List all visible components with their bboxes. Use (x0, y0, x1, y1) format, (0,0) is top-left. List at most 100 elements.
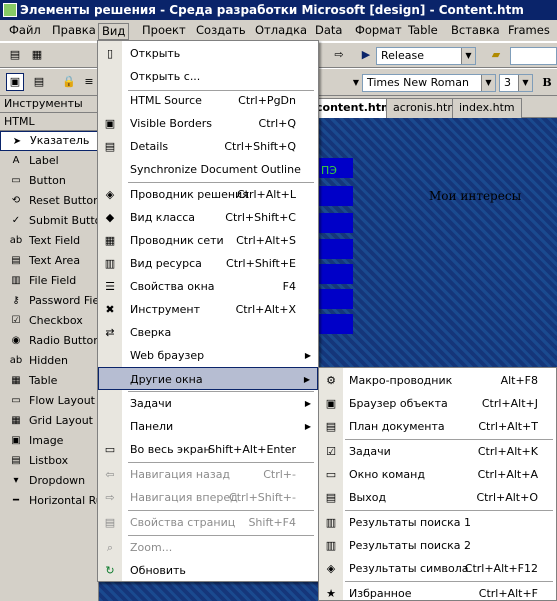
menu-item-class-view[interactable]: ◆ Вид класса Ctrl+Shift+C (98, 206, 318, 229)
design-view-icon[interactable]: ▣ (6, 73, 24, 91)
menu-item-pending-checkins[interactable]: ⇄ Сверка (98, 321, 318, 344)
borders-icon: ▣ (104, 117, 116, 130)
add-item-icon[interactable]: ▦ (28, 46, 46, 64)
navigate-icon[interactable]: ⇨ (330, 46, 348, 64)
view-menu: ▯ Открыть Открыть с... HTML Source Ctrl+Pg… (97, 40, 319, 582)
menu-item-full-screen[interactable]: ▭ Во весь экран Shift+Alt+Enter (98, 438, 318, 461)
horizontal-rule-icon: ━ (12, 495, 20, 506)
menu-item-properties-window[interactable]: ☰ Свойства окна F4 (98, 275, 318, 298)
tool-submit-button[interactable]: ✓Submit Button (0, 211, 98, 231)
menu-table[interactable]: Table (405, 23, 441, 40)
configuration-select[interactable]: Release ▼ (376, 47, 476, 65)
checkins-icon: ⇄ (105, 326, 115, 339)
tool-text-field[interactable]: ab Text Field (0, 231, 98, 251)
find-results-icon: ▥ (325, 539, 337, 552)
open-folder-icon[interactable]: ▰ (487, 46, 505, 64)
menu-item-toolbox[interactable]: ✖ Инструмент Ctrl+Alt+X (98, 298, 318, 321)
tool-checkbox[interactable]: ☑ Checkbox (0, 311, 98, 331)
tool-hidden[interactable]: ab Hidden (0, 351, 98, 371)
menu-frames[interactable]: Frames (505, 23, 553, 40)
menu-edit[interactable]: Правка (49, 23, 99, 40)
menu-item-visible-borders[interactable]: ▣ Visible Borders Ctrl+Q (98, 112, 318, 135)
menu-project[interactable]: Проект (139, 23, 189, 40)
tool-table[interactable]: ▦ Table (0, 371, 98, 391)
menu-item-other-windows[interactable]: Другие окна ▶ (98, 367, 318, 390)
submenu-item-tasks[interactable]: ☑ Задачи Ctrl+Alt+K (319, 440, 556, 463)
tool-image[interactable]: ▣ Image (0, 431, 98, 451)
properties-icon: ☰ (105, 280, 115, 293)
menu-item-html-source[interactable]: HTML Source Ctrl+PgDn (98, 89, 318, 112)
menu-item-tasks[interactable]: Задачи ▶ (98, 392, 318, 415)
menu-item-server-explorer[interactable]: ▦ Проводник сети Ctrl+Alt+S (98, 229, 318, 252)
tool-file-field[interactable]: ▥ File Field (0, 271, 98, 291)
tool-label[interactable]: A Label (0, 151, 98, 171)
menu-item-sync-outline[interactable]: Synchronize Document Outline (98, 158, 318, 181)
menu-item-details[interactable]: ▤ Details Ctrl+Shift+Q (98, 135, 318, 158)
menu-item-web-browser[interactable]: Web браузер ▶ (98, 344, 318, 367)
radio-button-icon: ◉ (11, 335, 21, 346)
submenu-item-find-results-1[interactable]: ▥ Результаты поиска 1 (319, 511, 556, 534)
text-area-icon: ▤ (11, 255, 21, 266)
menu-bar: Файл Правка Вид Проект Создать Отладка D… (0, 20, 557, 42)
new-project-icon[interactable]: ▤ (6, 46, 24, 64)
menu-item-resource-view[interactable]: ▥ Вид ресурса Ctrl+Shift+E (98, 252, 318, 275)
start-icon[interactable]: ▶ (357, 46, 375, 64)
menu-item-refresh[interactable]: ↻ Обновить (98, 559, 318, 582)
menu-format[interactable]: Формат (352, 23, 405, 40)
menu-view[interactable]: Вид (98, 23, 130, 40)
submenu-item-document-outline[interactable]: ▤ План документа Ctrl+Alt+T (319, 415, 556, 438)
menu-item-property-pages[interactable]: ▤ Свойства страниц Shift+F4 (98, 511, 318, 534)
window-title: Элементы решения - Среда разработки Micr… (20, 3, 524, 17)
tool-flow-layout-panel[interactable]: ▭Flow Layout Panel (0, 391, 98, 411)
tool-horizontal-rule[interactable]: ━Horizontal Rule (0, 491, 98, 511)
tool-listbox[interactable]: ▤ Listbox (0, 451, 98, 471)
submit-button-icon: ✓ (11, 215, 21, 226)
menu-item-toolbars[interactable]: Панели ▶ (98, 415, 318, 438)
reset-button-icon: ⟲ (11, 195, 21, 206)
toolbox-group-html[interactable]: HTML (0, 113, 98, 131)
submenu-item-find-symbol-results[interactable]: ◈ Результаты символа Ctrl+Alt+F12 (319, 557, 556, 580)
tool-grid-layout-panel[interactable]: ▦Grid Layout Panel (0, 411, 98, 431)
tool-pointer[interactable]: ➤ Указатель (0, 131, 98, 151)
macro-explorer-icon: ⚙ (326, 374, 336, 387)
submenu-arrow-icon: ▶ (304, 351, 311, 360)
menu-debug[interactable]: Отладка (252, 23, 310, 40)
tool-button[interactable]: ▭ Button (0, 171, 98, 191)
submenu-item-find-results-2[interactable]: ▥ Результаты поиска 2 (319, 534, 556, 557)
menu-data[interactable]: Data (312, 23, 345, 40)
html-view-icon[interactable]: ▤ (30, 73, 48, 91)
menu-item-zoom[interactable]: ⌕ Zoom... (98, 536, 318, 559)
tool-radio-button[interactable]: ◉ Radio Button (0, 331, 98, 351)
green-text: ПЭ (321, 164, 337, 177)
menu-item-navigate-forward[interactable]: ⇨ Навигация вперед Ctrl+Shift+- (98, 486, 318, 509)
bold-button[interactable]: B (538, 74, 556, 92)
zoom-icon: ⌕ (106, 541, 114, 554)
submenu-item-object-browser[interactable]: ▣ Браузер объекта Ctrl+Alt+J (319, 392, 556, 415)
tool-reset-button[interactable]: ⟲ Reset Button (0, 191, 98, 211)
find-combo[interactable] (510, 47, 557, 65)
menu-build[interactable]: Создать (193, 23, 249, 40)
align-icon[interactable]: ≡ (80, 73, 98, 91)
tab-index[interactable]: index.htm (452, 98, 522, 118)
chevron-down-icon: ▼ (461, 48, 475, 64)
flow-layout-icon: ▭ (11, 395, 21, 406)
submenu-arrow-icon: ▶ (304, 422, 311, 431)
menu-item-open-with[interactable]: Открыть с... (98, 65, 318, 88)
menu-item-open[interactable]: ▯ Открыть (98, 42, 318, 65)
menu-item-navigate-back[interactable]: ⇦ Навигация назад Ctrl+- (98, 463, 318, 486)
submenu-item-favorites[interactable]: ★ Избранное Ctrl+Alt+F (319, 582, 556, 601)
font-size-select[interactable]: 3 ▼ (499, 74, 533, 92)
lock-icon[interactable]: 🔒 (60, 73, 78, 91)
font-select[interactable]: Times New Roman ▼ (362, 74, 496, 92)
submenu-item-output[interactable]: ▤ Выход Ctrl+Alt+O (319, 486, 556, 509)
tool-password-field[interactable]: ⚷Password Field (0, 291, 98, 311)
submenu-item-macro-explorer[interactable]: ⚙ Макро-проводник Alt+F8 (319, 369, 556, 392)
submenu-item-command-window[interactable]: ▭ Окно команд Ctrl+Alt+A (319, 463, 556, 486)
title-bar: Элементы решения - Среда разработки Micr… (0, 0, 557, 20)
tool-text-area[interactable]: ▤ Text Area (0, 251, 98, 271)
menu-file[interactable]: Файл (6, 23, 44, 40)
tool-dropdown[interactable]: ▾ Dropdown (0, 471, 98, 491)
checkbox-icon: ☑ (11, 315, 21, 326)
menu-insert[interactable]: Вставка (448, 23, 503, 40)
menu-item-solution-explorer[interactable]: ◈ Проводник решения Ctrl+Alt+L (98, 183, 318, 206)
